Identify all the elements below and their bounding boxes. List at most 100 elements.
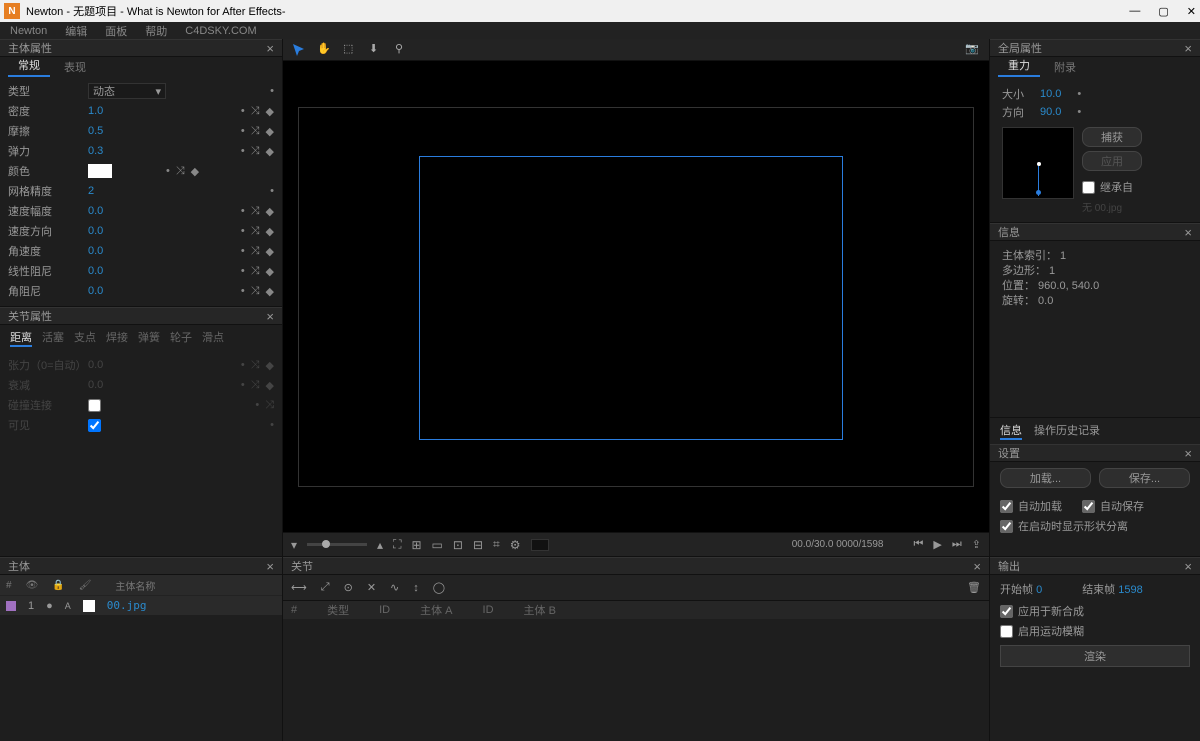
joint-tab-wheel[interactable]: 轮子 xyxy=(170,329,192,347)
tab-appearance[interactable]: 表现 xyxy=(54,57,96,77)
joint-weld-icon[interactable]: ✕ xyxy=(367,581,376,594)
close-panel-icon[interactable]: × xyxy=(973,559,981,574)
stopwatch-icon[interactable]: • xyxy=(270,85,274,97)
grid-icon[interactable]: ⊞ xyxy=(411,538,421,552)
motionblur-checkbox[interactable] xyxy=(1000,625,1013,638)
joint-tab-weld[interactable]: 焊接 xyxy=(106,329,128,347)
menu-edit[interactable]: 编辑 xyxy=(65,23,87,39)
bg-swatch[interactable] xyxy=(531,539,549,551)
menu-help[interactable]: 帮助 xyxy=(145,23,167,39)
autoload-checkbox[interactable] xyxy=(1000,500,1013,513)
joint-props-title: 关节属性 × xyxy=(0,307,282,325)
menu-link[interactable]: C4DSKY.COM xyxy=(185,25,256,37)
joint-tab-spring[interactable]: 弹簧 xyxy=(138,329,160,347)
body-name: 00.jpg xyxy=(107,599,147,612)
selected-body-rect[interactable] xyxy=(419,156,843,440)
color-swatch[interactable] xyxy=(88,164,112,178)
selection-tool-icon[interactable] xyxy=(291,42,307,58)
eye-icon[interactable]: 👁 xyxy=(26,580,39,591)
joint-wheel-icon[interactable]: ↕ xyxy=(413,582,419,594)
showshape-checkbox[interactable] xyxy=(1000,520,1013,533)
save-button[interactable]: 保存... xyxy=(1099,468,1190,488)
joint-pivot-icon[interactable]: ⊙ xyxy=(344,581,353,594)
joint-piston-icon[interactable]: ⤢ xyxy=(321,581,330,594)
zoom-slider[interactable] xyxy=(307,543,367,546)
joint-tab-distance[interactable]: 距离 xyxy=(10,329,32,347)
guides-icon[interactable]: ⊟ xyxy=(473,538,483,552)
joint-tab-pivot[interactable]: 支点 xyxy=(74,329,96,347)
output-panel-title: 输出 × xyxy=(990,557,1200,575)
capture-button[interactable]: 捕获 xyxy=(1082,127,1142,147)
maximize-button[interactable]: ▢ xyxy=(1158,5,1168,18)
joint-blob-icon[interactable]: ◯ xyxy=(433,581,445,594)
minimize-button[interactable]: — xyxy=(1129,5,1140,18)
joint-distance-icon[interactable]: ⟷ xyxy=(291,581,307,594)
go-start-icon[interactable]: ⏮ xyxy=(914,538,924,551)
viewport[interactable] xyxy=(283,61,989,532)
fit-icon[interactable]: ⛶ xyxy=(393,537,401,552)
step-icon[interactable]: ⏭ xyxy=(952,538,962,551)
body-list-row[interactable]: 1 ● A 00.jpg xyxy=(0,595,282,615)
end-frame-value[interactable]: 1598 xyxy=(1118,584,1142,596)
shuffle-icon[interactable]: ⤨ xyxy=(251,105,260,118)
paint-icon[interactable]: 🖌 xyxy=(79,580,92,591)
trash-icon[interactable]: 🗑 xyxy=(967,581,981,594)
zoom-in-icon[interactable]: ▴ xyxy=(377,538,383,552)
prop-linear-damp: 线性阻尼0.0•⤨◆ xyxy=(8,261,274,281)
gravity-size-value[interactable]: 10.0 xyxy=(1040,88,1061,100)
bodies-panel-title: 主体 × xyxy=(0,557,282,575)
gear-icon[interactable]: ⚙ xyxy=(510,538,521,552)
close-panel-icon[interactable]: × xyxy=(1184,225,1192,240)
lock-icon[interactable]: 🔒 xyxy=(52,580,64,591)
gravity-tool-icon[interactable]: ⬇ xyxy=(369,42,385,58)
close-panel-icon[interactable]: × xyxy=(1184,446,1192,461)
menu-panels[interactable]: 面板 xyxy=(105,23,127,39)
prop-velocity-mag: 速度幅度0.0•⤨◆ xyxy=(8,201,274,221)
magnet-tool-icon[interactable]: ⚲ xyxy=(395,42,411,58)
render-button[interactable]: 渲染 xyxy=(1000,645,1190,667)
tab-info[interactable]: 信息 xyxy=(1000,422,1022,440)
close-panel-icon[interactable]: × xyxy=(266,41,274,56)
inherit-checkbox[interactable] xyxy=(1082,181,1095,194)
tab-extras[interactable]: 附录 xyxy=(1044,57,1086,77)
prop-angular-vel: 角速度0.0•⤨◆ xyxy=(8,241,274,261)
gravity-dir-value[interactable]: 90.0 xyxy=(1040,106,1061,118)
close-button[interactable]: ✕ xyxy=(1187,5,1196,18)
prop-density: 密度1.0•⤨◆ xyxy=(8,101,274,121)
close-panel-icon[interactable]: × xyxy=(1184,559,1192,574)
tab-history[interactable]: 操作历史记录 xyxy=(1034,422,1100,440)
play-icon[interactable]: ▶ xyxy=(933,538,941,551)
load-button[interactable]: 加载... xyxy=(1000,468,1091,488)
composition-bounds xyxy=(298,107,974,487)
body-color-label xyxy=(6,601,16,611)
joint-tab-blob[interactable]: 滑点 xyxy=(202,329,224,347)
zoom-out-icon[interactable]: ▾ xyxy=(291,538,297,552)
joint-spring-icon[interactable]: ∿ xyxy=(390,581,399,594)
camera-icon[interactable]: 📷 xyxy=(965,42,981,58)
visible-icon[interactable]: ● xyxy=(46,600,53,612)
autosave-checkbox[interactable] xyxy=(1082,500,1095,513)
close-panel-icon[interactable]: × xyxy=(266,559,274,574)
export-icon[interactable]: ⇪ xyxy=(972,538,981,551)
newcomp-checkbox[interactable] xyxy=(1000,605,1013,618)
tab-general[interactable]: 常规 xyxy=(8,55,50,77)
joint-tab-piston[interactable]: 活塞 xyxy=(42,329,64,347)
type-dropdown[interactable]: 动态▾ xyxy=(88,83,166,99)
snap-icon[interactable]: ⌗ xyxy=(493,537,500,552)
menu-newton[interactable]: Newton xyxy=(10,25,47,37)
gravity-direction-widget[interactable] xyxy=(1002,127,1074,199)
density-value[interactable]: 1.0 xyxy=(88,105,166,117)
close-panel-icon[interactable]: × xyxy=(1184,41,1192,56)
tab-gravity[interactable]: 重力 xyxy=(998,55,1040,77)
body-swatch xyxy=(83,600,95,612)
viewport-toolbar: ✋ ⬚ ⬇ ⚲ 📷 xyxy=(283,39,989,61)
close-panel-icon[interactable]: × xyxy=(266,309,274,324)
safe-icon[interactable]: ⊡ xyxy=(453,538,463,552)
start-frame-value[interactable]: 0 xyxy=(1036,584,1042,596)
hand-tool-icon[interactable]: ✋ xyxy=(317,42,333,58)
bounds-icon[interactable]: ▭ xyxy=(432,538,443,552)
marquee-tool-icon[interactable]: ⬚ xyxy=(343,42,359,58)
timecode-display: 00.0/30.0 0000/1598 xyxy=(792,539,884,550)
visible-checkbox xyxy=(88,419,101,432)
keyframe-icon[interactable]: ◆ xyxy=(266,105,274,118)
